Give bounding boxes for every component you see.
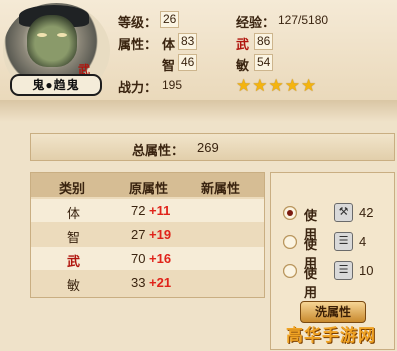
row-category: 敏 <box>67 278 81 293</box>
attr-min-value: 54 <box>254 54 274 71</box>
radio-unselected[interactable] <box>283 264 297 278</box>
attr-zhi-label: 智 <box>162 58 176 73</box>
row-bonus: +21 <box>149 275 172 290</box>
radio-unselected[interactable] <box>283 235 297 249</box>
attr-wu-value: 86 <box>254 33 274 50</box>
exp-value: 127/5180 <box>278 13 329 27</box>
eye-shape <box>57 33 67 37</box>
table-row: 体 72 +11 <box>31 199 264 222</box>
level-label: 等级： <box>118 15 158 30</box>
table-header: 类别 原属性 新属性 <box>31 173 264 197</box>
row-bonus: +16 <box>149 251 172 266</box>
row-original: 72 <box>131 203 146 218</box>
reroll-button[interactable]: 洗属性 <box>300 301 366 323</box>
attr-label: 属性： <box>118 37 158 52</box>
attr-table: 类别 原属性 新属性 体 72 +11 智 27 +19 武 70 +16 敏 … <box>30 172 265 298</box>
tool-icon: ⚒ <box>334 203 353 222</box>
table-row: 智 27 +19 <box>31 223 264 246</box>
power-label: 战力： <box>118 80 158 95</box>
row-bonus: +11 <box>149 203 171 218</box>
attr-zhi-value: 46 <box>178 54 198 71</box>
watermark: 高华手游网 <box>286 326 376 345</box>
hero-header: 武 鬼●趋鬼 等级： 26 经验： 127/5180 属性： 体 83 武 86… <box>0 0 397 101</box>
table-row: 敏 33 +21 <box>31 271 264 294</box>
total-attr-label: 总属性： <box>132 143 185 158</box>
row-original: 33 <box>131 275 146 290</box>
row-bonus: +19 <box>149 227 172 242</box>
row-original: 70 <box>131 251 146 266</box>
option-count: 4 <box>359 234 367 249</box>
radio-selected[interactable] <box>283 206 297 220</box>
option-count: 10 <box>359 263 374 278</box>
attr-ti-value: 83 <box>178 33 198 50</box>
row-category: 智 <box>67 230 81 245</box>
total-attr-bar: 总属性： 269 <box>30 133 395 161</box>
eye-shape <box>37 33 47 37</box>
option-count: 42 <box>359 205 374 220</box>
attr-wu-label: 武 <box>236 37 250 52</box>
header-category: 类别 <box>59 181 86 196</box>
level-value: 26 <box>160 11 180 28</box>
face-shape <box>27 15 77 67</box>
header-new: 新属性 <box>201 181 241 196</box>
attr-min-label: 敏 <box>236 58 250 73</box>
option-label: 使用 <box>304 266 318 300</box>
row-category: 体 <box>67 206 81 221</box>
power-value: 195 <box>162 78 183 92</box>
header-original: 原属性 <box>129 181 169 196</box>
hero-name: 鬼●趋鬼 <box>10 74 102 96</box>
row-category: 武 <box>67 254 81 269</box>
table-row: 武 70 +16 <box>31 247 264 270</box>
divider <box>0 100 397 122</box>
row-original: 27 <box>131 227 146 242</box>
scroll-icon: ☰ <box>334 232 353 251</box>
scroll-icon: ☰ <box>334 261 353 280</box>
exp-label: 经验： <box>236 15 276 30</box>
total-attr-value: 269 <box>197 140 219 155</box>
star-rating: ★★★★★ <box>236 76 318 95</box>
attr-ti-label: 体 <box>162 37 176 52</box>
